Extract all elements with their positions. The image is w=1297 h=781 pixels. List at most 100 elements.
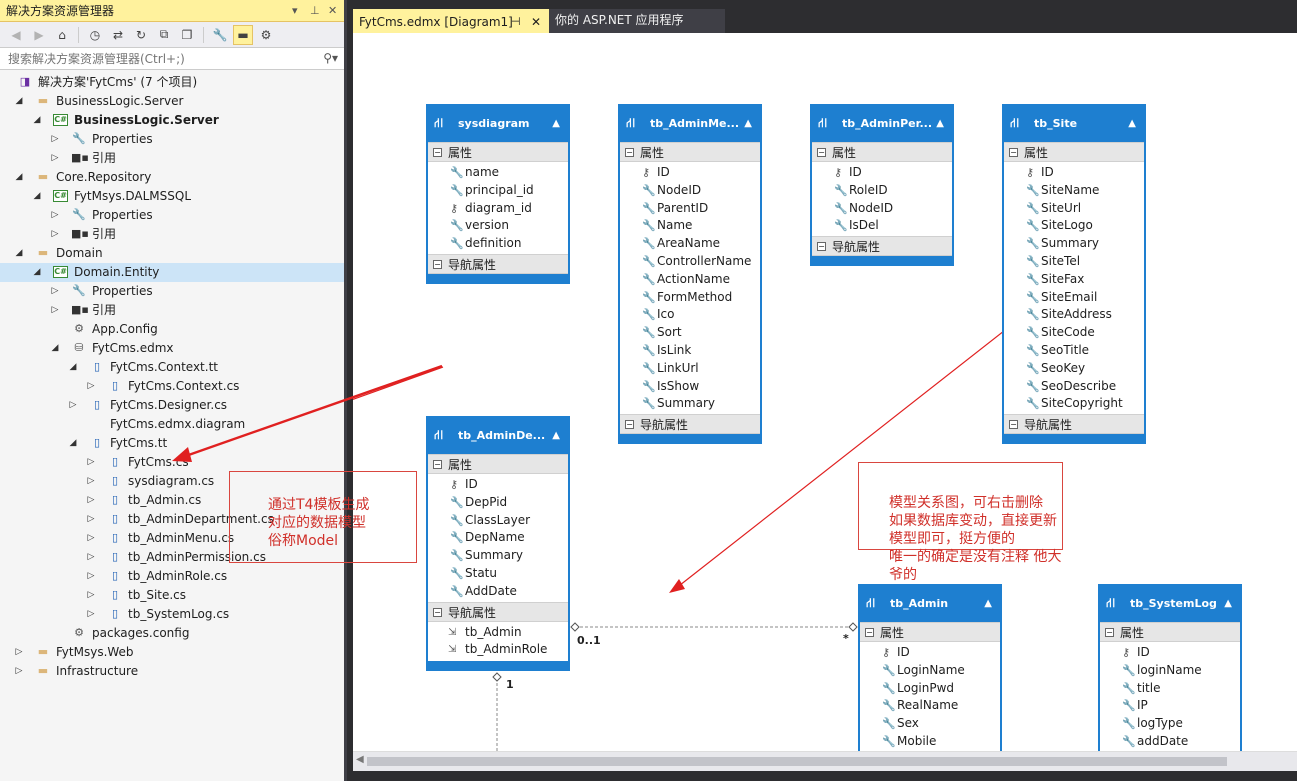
entity-property[interactable]: 🔧 logType [1100,715,1240,733]
entity-header[interactable]: ⛙ tb_SystemLog ▲ [1100,586,1240,622]
collapse-section-icon[interactable]: − [433,460,442,469]
entity-property[interactable]: 🔧 Summary [428,547,568,565]
entity-property[interactable]: 🔧 ActionName [620,271,760,289]
collapse-arrow-icon[interactable]: ◢ [13,92,25,111]
collapse-arrow-icon[interactable]: ◢ [67,358,79,377]
entity-header[interactable]: ⛙ tb_AdminPer... ▲ [812,106,952,142]
entity-property[interactable]: ⚷ ID [620,164,760,182]
tree-item[interactable]: ▷ 🔧 Properties [0,130,344,149]
entity-property[interactable]: ⚷ ID [860,644,1000,662]
preview-toggle-icon[interactable]: ▬ [233,24,253,45]
close-icon[interactable]: ✕ [328,0,337,22]
entity-property[interactable]: 🔧 SiteLogo [1004,217,1144,235]
collapse-section-icon[interactable]: − [433,607,442,617]
tree-item[interactable]: ▷ ■▪ 引用 [0,301,344,320]
dropdown-icon[interactable]: ▾ [292,0,298,22]
tree-item[interactable]: ◢ C# BusinessLogic.Server [0,111,344,130]
tree-item[interactable]: ▷ ▯ tb_Site.cs [0,586,344,605]
tree-item[interactable]: ▷ ■▪ 引用 [0,225,344,244]
collapse-arrow-icon[interactable]: ◢ [13,168,25,187]
navigation-property[interactable]: ⇲ tb_Admin [428,624,568,642]
tree-item[interactable]: ◨ 解决方案'FytCms' (7 个项目) [0,73,344,92]
properties-wrench-icon[interactable]: 🔧 [210,25,230,45]
entity-property[interactable]: 🔧 LinkUrl [620,360,760,378]
entity-property[interactable]: 🔧 Sex [860,715,1000,733]
properties-section-header[interactable]: − 属性 [812,142,952,162]
collapse-entity-icon[interactable]: ▲ [1128,106,1136,142]
collapse-section-icon[interactable]: − [817,242,826,252]
tree-item[interactable]: ▷ ▯ tb_SystemLog.cs [0,605,344,624]
entity-property[interactable]: 🔧 name [428,164,568,182]
expand-arrow-icon[interactable]: ▷ [49,225,61,244]
entity-property[interactable]: 🔧 SiteCode [1004,324,1144,342]
entity-property[interactable]: 🔧 Name [620,217,760,235]
entity-property[interactable]: 🔧 SiteFax [1004,271,1144,289]
entity-tb_Admin[interactable]: ⛙ tb_Admin ▲ − 属性 ⚷ ID 🔧 LoginName 🔧 LoginPwd 🔧 Real… [858,584,1002,751]
entity-property[interactable]: 🔧 SeoDescribe [1004,378,1144,396]
expand-arrow-icon[interactable]: ▷ [85,586,97,605]
expand-arrow-icon[interactable]: ▷ [67,396,79,415]
tree-item[interactable]: ⚙ packages.config [0,624,344,643]
navigation-section-header[interactable]: − 导航属性 [1004,414,1144,435]
tree-item[interactable]: ▷ ▬ FytMsys.Web [0,643,344,662]
entity-property[interactable]: ⚷ ID [428,476,568,494]
expand-arrow-icon[interactable]: ▷ [85,453,97,472]
entity-property[interactable]: 🔧 SiteEmail [1004,289,1144,307]
entity-property[interactable]: 🔧 NodeID [620,182,760,200]
properties-section-header[interactable]: − 属性 [428,142,568,162]
tree-item[interactable]: ◢ ⛁ FytCms.edmx [0,339,344,358]
tree-item[interactable]: ▷ ▬ Infrastructure [0,662,344,681]
entity-diagram-canvas[interactable]: 0..1 * 1 ⛙ sysdiagram ▲ − 属性 🔧 name 🔧 principal_… [353,33,1297,751]
entity-tb_SystemLog[interactable]: ⛙ tb_SystemLog ▲ − 属性 ⚷ ID 🔧 loginName 🔧 title 🔧 IP 🔧… [1098,584,1242,751]
collapse-entity-icon[interactable]: ▲ [1224,586,1232,622]
collapse-section-icon[interactable]: − [625,148,634,157]
expand-arrow-icon[interactable]: ▷ [85,510,97,529]
collapse-section-icon[interactable]: − [1009,420,1018,430]
properties-section-header[interactable]: − 属性 [428,454,568,474]
navigation-property[interactable]: ⇲ tb_AdminRole [428,641,568,659]
expand-arrow-icon[interactable]: ▷ [85,377,97,396]
tab-diagram[interactable]: FytCms.edmx [Diagram1] ⊣ ✕ [353,9,549,33]
entity-header[interactable]: ⛙ tb_Site ▲ [1004,106,1144,142]
expand-arrow-icon[interactable]: ▷ [13,662,25,681]
class-view-icon[interactable]: ⚙ [256,25,276,45]
entity-property[interactable]: 🔧 Summary [1004,235,1144,253]
expand-arrow-icon[interactable]: ▷ [49,130,61,149]
entity-property[interactable]: 🔧 version [428,217,568,235]
entity-property[interactable]: 🔧 SiteName [1004,182,1144,200]
entity-property[interactable]: 🔧 SeoTitle [1004,342,1144,360]
expand-arrow-icon[interactable]: ▷ [49,149,61,168]
entity-property[interactable]: 🔧 SeoKey [1004,360,1144,378]
entity-tb_Site[interactable]: ⛙ tb_Site ▲ − 属性 ⚷ ID 🔧 SiteName 🔧 SiteUrl 🔧 SiteLog… [1002,104,1146,445]
close-tab-icon[interactable]: ✕ [531,11,541,33]
forward-icon[interactable]: ▶ [29,25,49,45]
expand-arrow-icon[interactable]: ▷ [49,206,61,225]
entity-sysdiagram[interactable]: ⛙ sysdiagram ▲ − 属性 🔧 name 🔧 principal_id ⚷ diagra… [426,104,570,284]
scroll-left-icon[interactable]: ◀ [356,754,364,765]
back-icon[interactable]: ◀ [6,25,26,45]
collapse-section-icon[interactable]: − [865,628,874,637]
entity-header[interactable]: ⛙ sysdiagram ▲ [428,106,568,142]
entity-property[interactable]: 🔧 IsLink [620,342,760,360]
entity-property[interactable]: 🔧 IsShow [620,378,760,396]
tree-item[interactable]: ◢ ▯ FytCms.Context.tt [0,358,344,377]
collapse-section-icon[interactable]: − [433,259,442,269]
collapse-entity-icon[interactable]: ▲ [552,418,560,454]
entity-header[interactable]: ⛙ tb_AdminMe... ▲ [620,106,760,142]
entity-property[interactable]: ⚷ ID [1100,644,1240,662]
solution-search-input[interactable] [0,48,344,70]
expand-arrow-icon[interactable]: ▷ [13,643,25,662]
collapse-section-icon[interactable]: − [1009,148,1018,157]
entity-property[interactable]: 🔧 AreaName [620,235,760,253]
entity-property[interactable]: 🔧 definition [428,235,568,253]
tree-item[interactable]: ▷ ▯ tb_AdminRole.cs [0,567,344,586]
refresh-icon[interactable]: ↻ [131,25,151,45]
navigation-section-header[interactable]: − 导航属性 [428,601,568,622]
entity-property[interactable]: 🔧 LoginName [860,662,1000,680]
expand-arrow-icon[interactable]: ▷ [85,491,97,510]
entity-property[interactable]: 🔧 DepName [428,529,568,547]
entity-property[interactable]: ⚷ ID [1004,164,1144,182]
entity-property[interactable]: 🔧 title [1100,680,1240,698]
entity-property[interactable]: ⚷ diagram_id [428,200,568,218]
entity-property[interactable]: 🔧 SiteUrl [1004,200,1144,218]
